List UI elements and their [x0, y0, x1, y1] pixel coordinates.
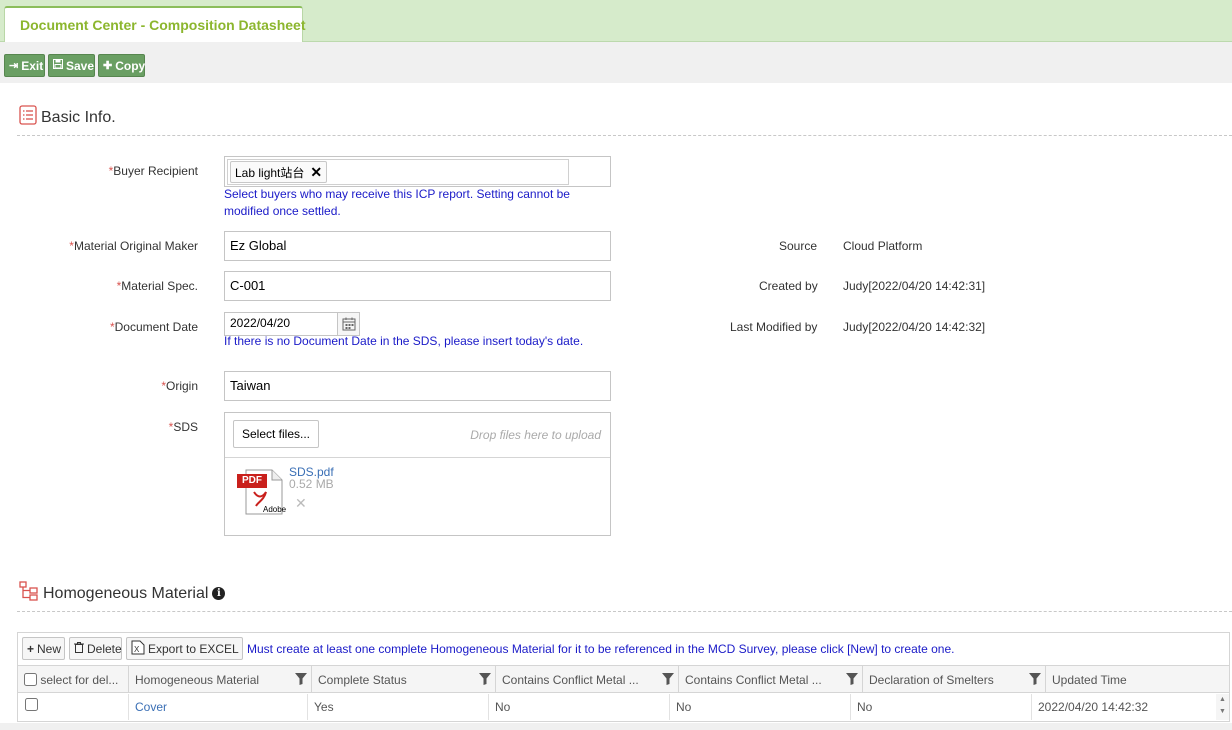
row-checkbox[interactable] [25, 698, 38, 711]
new-label: New [37, 641, 62, 656]
save-icon [53, 59, 63, 72]
homogeneous-material-title: Homogeneous Material i [19, 581, 226, 606]
conflict-metal-1-cell: No [489, 694, 670, 720]
calendar-icon[interactable] [337, 313, 359, 335]
column-complete-status[interactable]: Complete Status [312, 666, 496, 693]
grid-note: Must create at least one complete Homoge… [247, 642, 955, 656]
last-modified-label: Last Modified by [730, 320, 818, 334]
save-button[interactable]: Save [48, 54, 95, 77]
column-contains-conflict-metal-2[interactable]: Contains Conflict Metal ... [679, 666, 863, 693]
plus-icon: ✚ [103, 60, 113, 72]
upload-toolbar: Select files... Drop files here to uploa… [225, 413, 610, 458]
row-checkbox-cell [18, 694, 129, 720]
column-updated-time[interactable]: Updated Time [1046, 666, 1229, 693]
column-declaration-of-smelters[interactable]: Declaration of Smelters [863, 666, 1046, 693]
exit-button[interactable]: ⇥ Exit [4, 54, 45, 77]
basic-info-label: Basic Info. [41, 108, 116, 126]
column-contains-conflict-metal-1[interactable]: Contains Conflict Metal ... [496, 666, 679, 693]
copy-label: Copy [115, 58, 146, 73]
document-date-label: *Document Date [109, 320, 198, 334]
filter-icon[interactable] [479, 673, 491, 685]
buyer-recipient-label: *Buyer Recipient [108, 164, 198, 178]
document-date-value: 2022/04/20 [230, 316, 291, 330]
hierarchy-icon [19, 581, 39, 606]
homogeneous-material-label: Homogeneous Material [43, 584, 209, 602]
delete-button[interactable]: Delete [69, 637, 122, 660]
export-label: Export to EXCEL [148, 641, 239, 656]
column-homogeneous-material[interactable]: Homogeneous Material [129, 666, 312, 693]
filter-icon[interactable] [846, 673, 858, 685]
maker-label: *Material Original Maker [69, 239, 198, 253]
grid-scrollbar[interactable]: ▲ ▼ [1216, 694, 1229, 720]
material-link[interactable]: Cover [129, 694, 308, 720]
divider [17, 135, 1232, 136]
created-by-value: Judy[2022/04/20 14:42:31] [843, 279, 986, 293]
adobe-label: Adobe [263, 505, 287, 514]
last-modified-value: Judy[2022/04/20 14:42:32] [843, 320, 986, 334]
homogeneous-material-grid: + New Delete X Export to EXCEL Must crea… [17, 632, 1230, 722]
filter-icon[interactable] [662, 673, 674, 685]
table-row[interactable]: Cover Yes No No No 2022/04/20 14:42:32 [18, 694, 1216, 720]
buyer-multiselect[interactable]: Lab light站台 ✕ [227, 159, 569, 185]
source-label: Source [779, 239, 818, 253]
pdf-file-icon: PDF Adobe [236, 468, 287, 516]
origin-label: *Origin [161, 379, 198, 393]
select-files-button[interactable]: Select files... [233, 420, 319, 448]
pdf-badge: PDF [242, 475, 262, 486]
source-value: Cloud Platform [843, 239, 923, 253]
basic-info-title: Basic Info. [19, 105, 116, 130]
main-content: Basic Info. *Buyer Recipient Lab light站台… [0, 83, 1232, 723]
select-all-checkbox[interactable] [24, 673, 37, 686]
exit-icon: ⇥ [9, 60, 19, 72]
spec-input[interactable]: C-001 [224, 271, 611, 301]
remove-tag-icon[interactable]: ✕ [310, 164, 322, 181]
copy-button[interactable]: ✚ Copy [98, 54, 145, 77]
divider [17, 611, 1232, 612]
file-size: 0.52 MB [289, 477, 334, 491]
exit-label: Exit [21, 58, 44, 73]
spec-label: *Material Spec. [116, 279, 198, 293]
remove-file-icon[interactable]: ✕ [295, 495, 307, 512]
buyer-tag-label: Lab light站台 [235, 165, 305, 180]
drop-hint: Drop files here to upload [470, 428, 601, 442]
buyer-tag[interactable]: Lab light站台 ✕ [230, 161, 328, 183]
column-select[interactable]: select for del... [18, 666, 129, 693]
delete-label: Delete [87, 641, 122, 656]
list-icon [19, 105, 37, 130]
conflict-metal-2-cell: No [670, 694, 851, 720]
export-excel-button[interactable]: X Export to EXCEL [126, 637, 243, 660]
excel-icon: X [131, 640, 145, 658]
filter-icon[interactable] [295, 673, 307, 685]
info-icon[interactable]: i [212, 587, 226, 600]
sds-label: *SDS [168, 420, 198, 434]
tab-bar: Document Center - Composition Datasheet [0, 0, 1232, 42]
tab-composition-datasheet[interactable]: Document Center - Composition Datasheet [4, 6, 306, 42]
filter-icon[interactable] [1029, 673, 1041, 685]
tab-title: Document Center - Composition Datasheet [20, 17, 306, 33]
trash-icon [74, 641, 84, 656]
buyer-hint: Select buyers who may receive this ICP r… [224, 187, 570, 218]
smelters-cell: No [851, 694, 1032, 720]
origin-input[interactable]: Taiwan [224, 371, 611, 401]
created-by-label: Created by [759, 279, 818, 293]
new-button[interactable]: + New [22, 637, 65, 660]
complete-status-cell: Yes [308, 694, 489, 720]
buyer-recipient-field[interactable]: Lab light站台 ✕ [224, 156, 611, 187]
plus-icon: + [27, 641, 35, 656]
updated-time-cell: 2022/04/20 14:42:32 [1038, 700, 1149, 714]
maker-input[interactable]: Ez Global [224, 231, 611, 261]
grid-header: select for del... Homogeneous Material C… [18, 665, 1229, 693]
toolbar: ⇥ Exit Save ✚ Copy [0, 43, 1232, 83]
document-date-hint: If there is no Document Date in the SDS,… [224, 334, 584, 348]
save-label: Save [66, 58, 95, 73]
svg-text:X: X [134, 645, 140, 654]
sds-upload: Select files... Drop files here to uploa… [224, 412, 611, 536]
